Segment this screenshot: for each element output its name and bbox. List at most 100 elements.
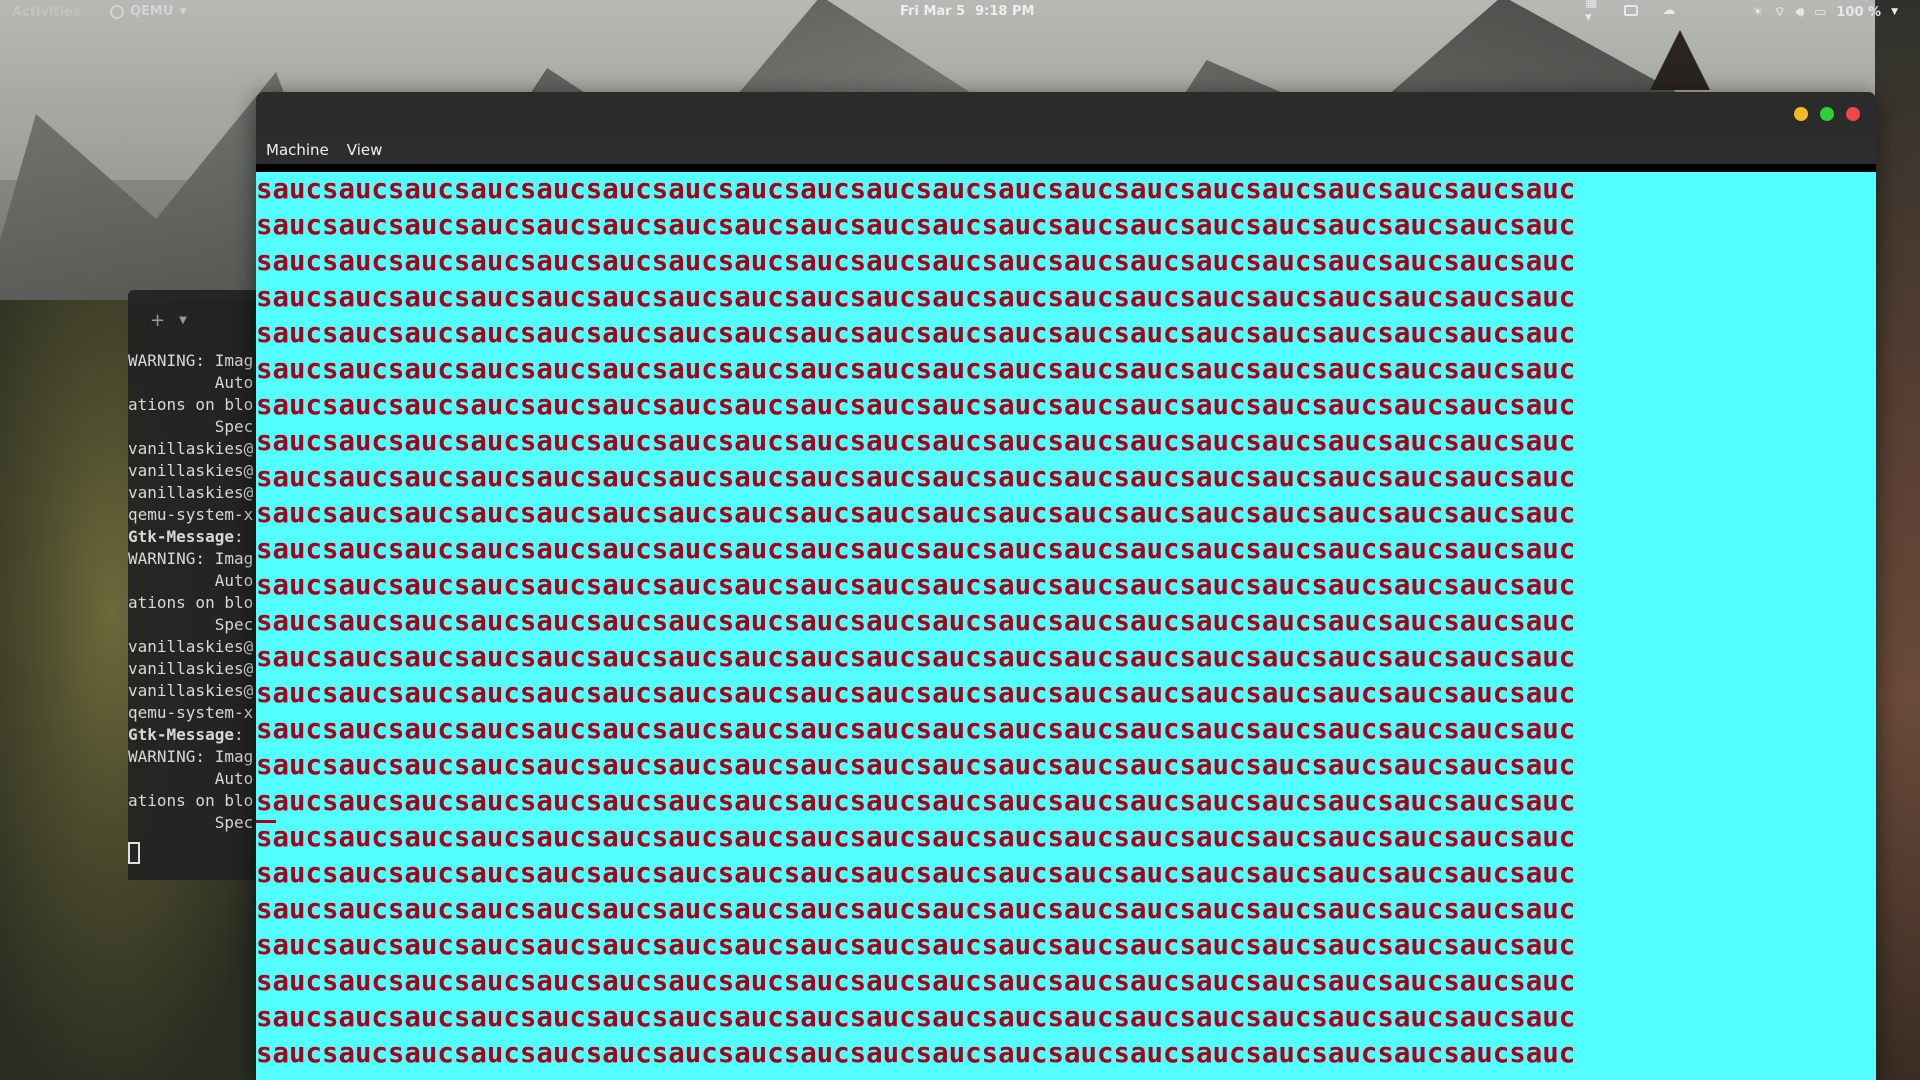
battery-icon: ▭ bbox=[1814, 4, 1827, 20]
clock[interactable]: Fri Mar 5 9:18 PM bbox=[900, 4, 1044, 19]
vm-text-row: saucsaucsaucsaucsaucsaucsaucsaucsaucsauc… bbox=[256, 210, 1576, 241]
terminal-line: qemu-system-x bbox=[128, 504, 268, 526]
terminal-line: Spec bbox=[128, 614, 268, 636]
wifi-icon: ⌔ bbox=[1773, 5, 1786, 20]
terminal-line: Gtk-Message: bbox=[128, 724, 268, 746]
vm-text-row: saucsaucsaucsaucsaucsaucsaucsaucsaucsauc… bbox=[256, 678, 1576, 709]
terminal-line-text: : bbox=[233, 527, 244, 546]
terminal-line-text: vanillaskies@ bbox=[128, 461, 254, 480]
vm-text-row: saucsaucsaucsaucsaucsaucsaucsaucsaucsauc… bbox=[256, 174, 1576, 205]
vm-text-row: saucsaucsaucsaucsaucsaucsaucsaucsaucsauc… bbox=[256, 354, 1576, 385]
qemu-window[interactable]: Machine View saucsaucsaucsaucsaucsaucsau… bbox=[256, 92, 1876, 1080]
terminal-line: ations on blo bbox=[128, 394, 268, 416]
terminal-line-text: qemu-system-x bbox=[128, 505, 254, 524]
chevron-down-icon[interactable]: ▼ bbox=[179, 315, 187, 326]
chevron-down-icon: ▼ bbox=[179, 6, 187, 17]
vm-text-rows: saucsaucsaucsaucsaucsaucsaucsaucsaucsauc… bbox=[256, 172, 1876, 1072]
vm-text-row: saucsaucsaucsaucsaucsaucsaucsaucsaucsauc… bbox=[256, 1038, 1576, 1069]
terminal-line: vanillaskies@ bbox=[128, 658, 268, 680]
vm-text-row: saucsaucsaucsaucsaucsaucsaucsaucsaucsauc… bbox=[256, 894, 1576, 925]
close-button[interactable] bbox=[1846, 107, 1860, 121]
terminal-line-text: WARNING: Imag bbox=[128, 351, 254, 370]
vm-text-row: saucsaucsaucsaucsaucsaucsaucsaucsaucsauc… bbox=[256, 966, 1576, 997]
qemu-app-icon bbox=[110, 4, 124, 19]
menu-machine[interactable]: Machine bbox=[262, 139, 333, 161]
status-menu[interactable]: ☀ ⌔ 🔊︎ ▭ 100 % ▼ bbox=[1752, 4, 1898, 21]
terminal-line: vanillaskies@ bbox=[128, 680, 268, 702]
window-titlebar[interactable] bbox=[256, 92, 1876, 136]
maximize-button[interactable] bbox=[1820, 107, 1834, 121]
terminal-output[interactable]: WARNING: Imag Auto ations on blo Spec vani… bbox=[128, 350, 268, 864]
terminal-line-text: vanillaskies@ bbox=[128, 681, 254, 700]
menu-bar: Machine View bbox=[256, 136, 1876, 164]
terminal-line-text: : bbox=[233, 725, 244, 744]
volume-icon: 🔊︎ bbox=[1795, 4, 1805, 20]
terminal-line: Auto bbox=[128, 372, 268, 394]
terminal-line: Spec bbox=[128, 812, 268, 834]
vm-screen-border bbox=[256, 164, 1876, 172]
terminal-window[interactable]: + ▼ WARNING: Imag Auto ations on blo Spec… bbox=[128, 290, 268, 880]
brightness-icon: ☀ bbox=[1752, 4, 1764, 20]
vm-text-row: saucsaucsaucsaucsaucsaucsaucsaucsaucsauc… bbox=[256, 390, 1576, 421]
system-tray: ▦ ▾ ☁ bbox=[1585, 0, 1677, 25]
activities-button[interactable]: Activities bbox=[12, 5, 81, 20]
screen-share-icon[interactable]: ▦ ▾ bbox=[1585, 0, 1601, 25]
vm-text-row: saucsaucsaucsaucsaucsaucsaucsaucsaucsauc… bbox=[256, 714, 1576, 745]
vm-text-row: saucsaucsaucsaucsaucsaucsaucsaucsaucsauc… bbox=[256, 246, 1576, 277]
terminal-line: ations on blo bbox=[128, 592, 268, 614]
vm-text-row: saucsaucsaucsaucsaucsaucsaucsaucsaucsauc… bbox=[256, 606, 1576, 637]
vm-text-row: saucsaucsaucsaucsaucsaucsaucsaucsaucsauc… bbox=[256, 318, 1576, 349]
wallpaper-buildings bbox=[1875, 0, 1920, 1080]
terminal-line: Auto bbox=[128, 768, 268, 790]
vm-text-row: saucsaucsaucsaucsaucsaucsaucsaucsaucsauc… bbox=[256, 822, 1576, 853]
vm-text-row: saucsaucsaucsaucsaucsaucsaucsaucsaucsauc… bbox=[256, 786, 1576, 817]
app-menu-label: QEMU bbox=[130, 4, 174, 19]
battery-percent: 100 % bbox=[1836, 4, 1882, 20]
cloud-icon[interactable]: ☁ bbox=[1661, 3, 1677, 18]
terminal-line: Spec bbox=[128, 416, 268, 438]
vm-text-row: saucsaucsaucsaucsaucsaucsaucsaucsaucsauc… bbox=[256, 498, 1576, 529]
text-cursor bbox=[256, 820, 276, 823]
vm-display[interactable]: saucsaucsaucsaucsaucsaucsaucsaucsaucsauc… bbox=[256, 172, 1876, 1080]
new-tab-icon[interactable]: + bbox=[150, 310, 165, 331]
terminal-line-text: vanillaskies@ bbox=[128, 439, 254, 458]
terminal-line-text: WARNING: Imag bbox=[128, 747, 254, 766]
menu-view[interactable]: View bbox=[343, 139, 387, 161]
terminal-line-prefix: Gtk-Message bbox=[128, 527, 234, 546]
terminal-line-text: Spec bbox=[128, 615, 254, 634]
vm-text-row: saucsaucsaucsaucsaucsaucsaucsaucsaucsauc… bbox=[256, 642, 1576, 673]
vm-text-row: saucsaucsaucsaucsaucsaucsaucsaucsaucsauc… bbox=[256, 462, 1576, 493]
terminal-line-prefix: Gtk-Message bbox=[128, 725, 234, 744]
top-bar: Activities QEMU ▼ Fri Mar 5 9:18 PM ▦ ▾ ☁… bbox=[0, 0, 1920, 26]
minimize-button[interactable] bbox=[1794, 107, 1808, 121]
vm-text-row: saucsaucsaucsaucsaucsaucsaucsaucsaucsauc… bbox=[256, 1002, 1576, 1033]
terminal-line-text: Auto bbox=[128, 373, 254, 392]
terminal-line-text: Spec bbox=[128, 417, 254, 436]
app-menu[interactable]: QEMU ▼ bbox=[110, 4, 186, 19]
chevron-down-icon: ▼ bbox=[1891, 7, 1898, 17]
vm-text-row: saucsaucsaucsaucsaucsaucsaucsaucsaucsauc… bbox=[256, 570, 1576, 601]
terminal-line-text: vanillaskies@ bbox=[128, 659, 254, 678]
terminal-line-text: vanillaskies@ bbox=[128, 483, 254, 502]
terminal-line: qemu-system-x bbox=[128, 702, 268, 724]
terminal-line-text: Spec bbox=[128, 813, 254, 832]
vm-text-row: saucsaucsaucsaucsaucsaucsaucsaucsaucsauc… bbox=[256, 282, 1576, 313]
vm-text-row: saucsaucsaucsaucsaucsaucsaucsaucsaucsauc… bbox=[256, 858, 1576, 889]
terminal-line: WARNING: Imag bbox=[128, 548, 268, 570]
vm-text-row: saucsaucsaucsaucsaucsaucsaucsaucsaucsauc… bbox=[256, 930, 1576, 961]
terminal-line: WARNING: Imag bbox=[128, 350, 268, 372]
terminal-line-text: Auto bbox=[128, 571, 254, 590]
terminal-line-text: ations on blo bbox=[128, 395, 254, 414]
terminal-line-text: ations on blo bbox=[128, 593, 254, 612]
vm-text-row: saucsaucsaucsaucsaucsaucsaucsaucsaucsauc… bbox=[256, 426, 1576, 457]
display-icon[interactable] bbox=[1623, 3, 1639, 17]
terminal-line-text: WARNING: Imag bbox=[128, 549, 254, 568]
terminal-line-text: Auto bbox=[128, 769, 254, 788]
terminal-line: WARNING: Imag bbox=[128, 746, 268, 768]
terminal-line: vanillaskies@ bbox=[128, 636, 268, 658]
clock-date: Fri Mar 5 bbox=[900, 4, 966, 19]
clock-time: 9:18 PM bbox=[975, 4, 1035, 19]
terminal-cursor bbox=[128, 842, 140, 864]
terminal-header: + ▼ bbox=[128, 290, 268, 350]
terminal-line: vanillaskies@ bbox=[128, 460, 268, 482]
